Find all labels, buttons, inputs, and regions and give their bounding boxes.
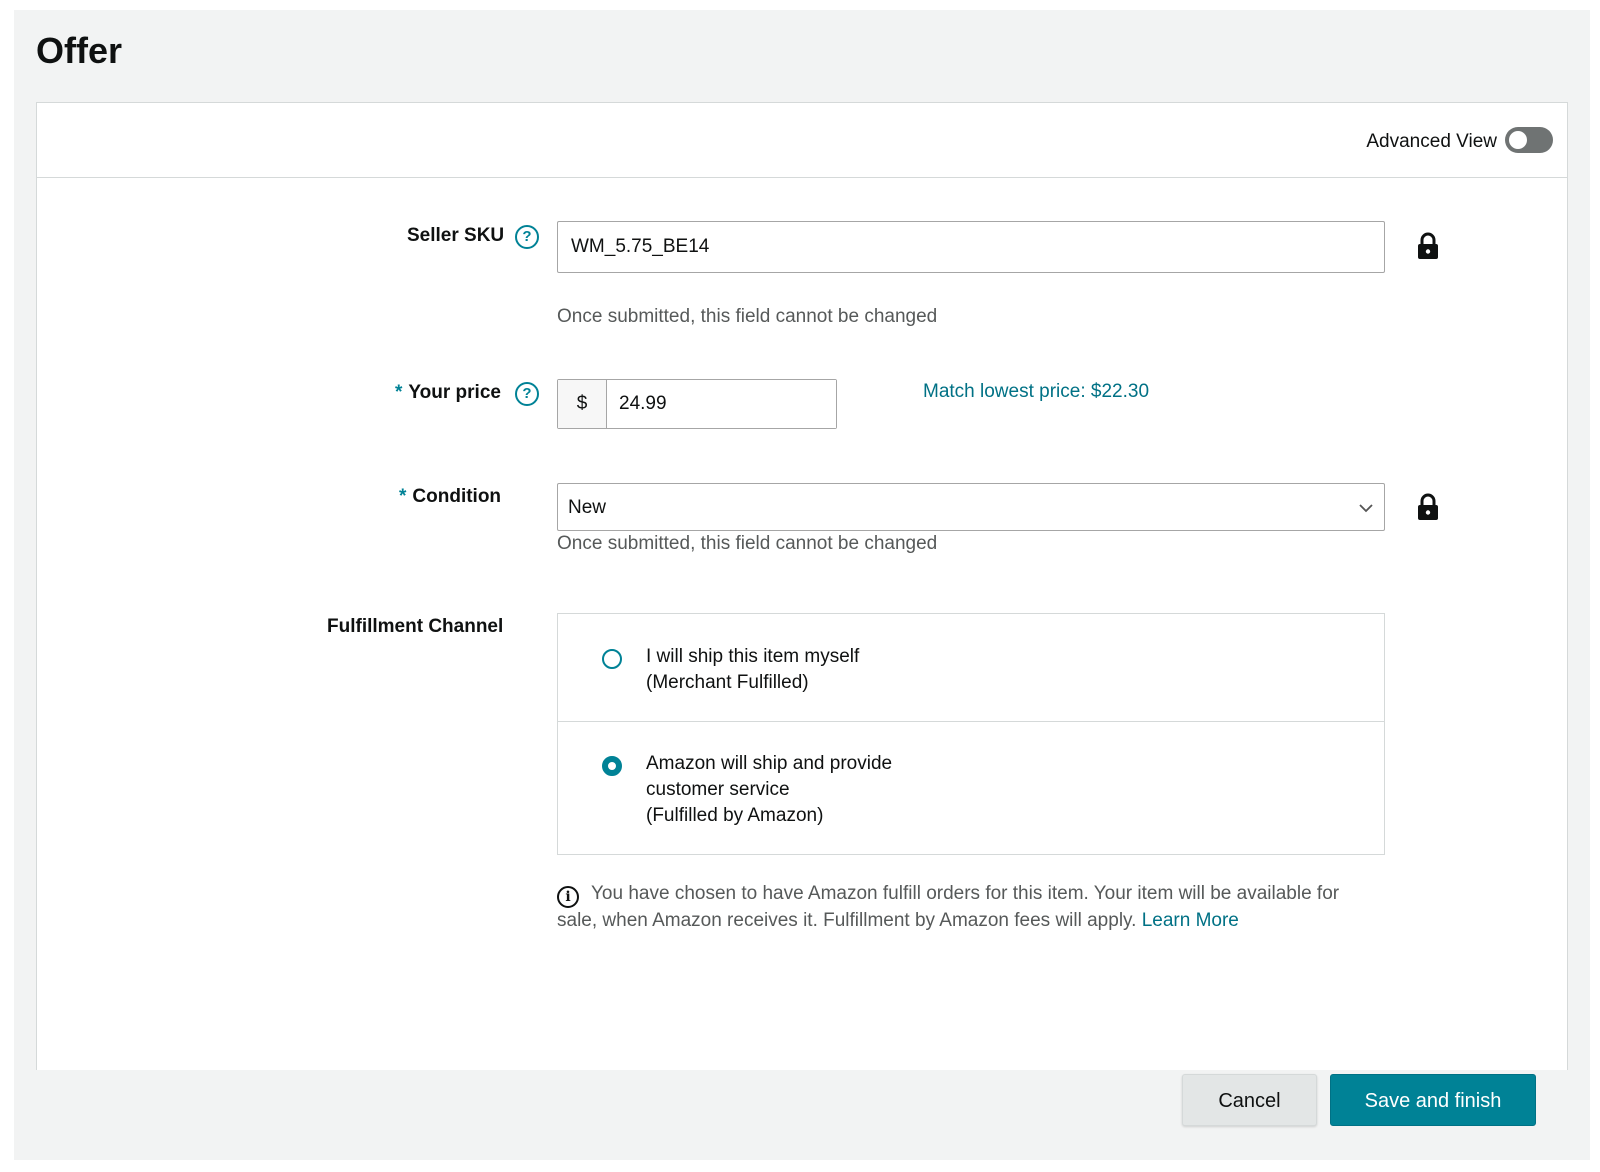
seller-sku-input[interactable] <box>557 221 1385 273</box>
required-mark: * <box>399 486 407 507</box>
merchant-fulfilled-option[interactable]: I will ship this item myself (Merchant F… <box>558 614 1384 722</box>
sku-help-icon[interactable]: ? <box>515 225 539 249</box>
option-line: customer service <box>646 779 790 800</box>
condition-label: * Condition <box>399 486 501 508</box>
cancel-button[interactable]: Cancel <box>1182 1074 1317 1126</box>
match-lowest-price-link[interactable]: Match lowest price: $22.30 <box>923 381 1149 403</box>
card-header: Advanced View <box>37 103 1567 178</box>
radio-icon[interactable] <box>602 756 622 776</box>
sku-lock-icon <box>1418 232 1438 259</box>
price-field: $ <box>557 379 837 429</box>
advanced-view-label: Advanced View <box>1366 131 1497 152</box>
option-text: Amazon will ship and provide customer se… <box>646 751 892 829</box>
fulfillment-options: I will ship this item myself (Merchant F… <box>557 613 1385 855</box>
offer-card: Advanced View Seller SKU ? Once submitte… <box>36 102 1568 1082</box>
condition-label-text: Condition <box>412 486 502 507</box>
condition-select[interactable]: New <box>557 483 1385 531</box>
option-line: (Merchant Fulfilled) <box>646 672 809 693</box>
offer-page: Offer Advanced View Seller SKU ? Once su… <box>14 10 1590 1160</box>
price-input[interactable] <box>607 380 836 428</box>
option-line: I will ship this item myself <box>646 646 860 667</box>
seller-sku-label: Seller SKU <box>407 225 505 246</box>
toggle-knob <box>1509 131 1527 149</box>
price-label: * Your price <box>395 382 501 404</box>
page-title: Offer <box>36 30 123 71</box>
info-icon: i <box>557 886 579 908</box>
amazon-fulfilled-option[interactable]: Amazon will ship and provide customer se… <box>558 721 1384 854</box>
price-help-icon[interactable]: ? <box>515 382 539 406</box>
condition-value: New <box>568 497 607 518</box>
radio-icon[interactable] <box>602 649 622 669</box>
advanced-view-toggle[interactable] <box>1505 127 1553 153</box>
save-and-finish-button[interactable]: Save and finish <box>1330 1074 1536 1126</box>
currency-prefix: $ <box>558 380 607 428</box>
chevron-down-icon <box>1359 504 1373 513</box>
condition-lock-icon <box>1418 493 1438 520</box>
option-line: Amazon will ship and provide <box>646 753 893 774</box>
fulfillment-info: i You have chosen to have Amazon fulfill … <box>557 881 1377 934</box>
condition-hint: Once submitted, this field cannot be cha… <box>557 533 938 554</box>
learn-more-link[interactable]: Learn More <box>1142 910 1239 931</box>
sku-hint: Once submitted, this field cannot be cha… <box>557 306 938 327</box>
required-mark: * <box>395 382 403 403</box>
price-label-text: Your price <box>408 382 501 403</box>
footer-bar: Cancel Save and finish <box>14 1070 1590 1160</box>
option-line: (Fulfilled by Amazon) <box>646 805 824 826</box>
fulfillment-channel-label: Fulfillment Channel <box>327 616 504 637</box>
option-text: I will ship this item myself (Merchant F… <box>646 644 859 696</box>
